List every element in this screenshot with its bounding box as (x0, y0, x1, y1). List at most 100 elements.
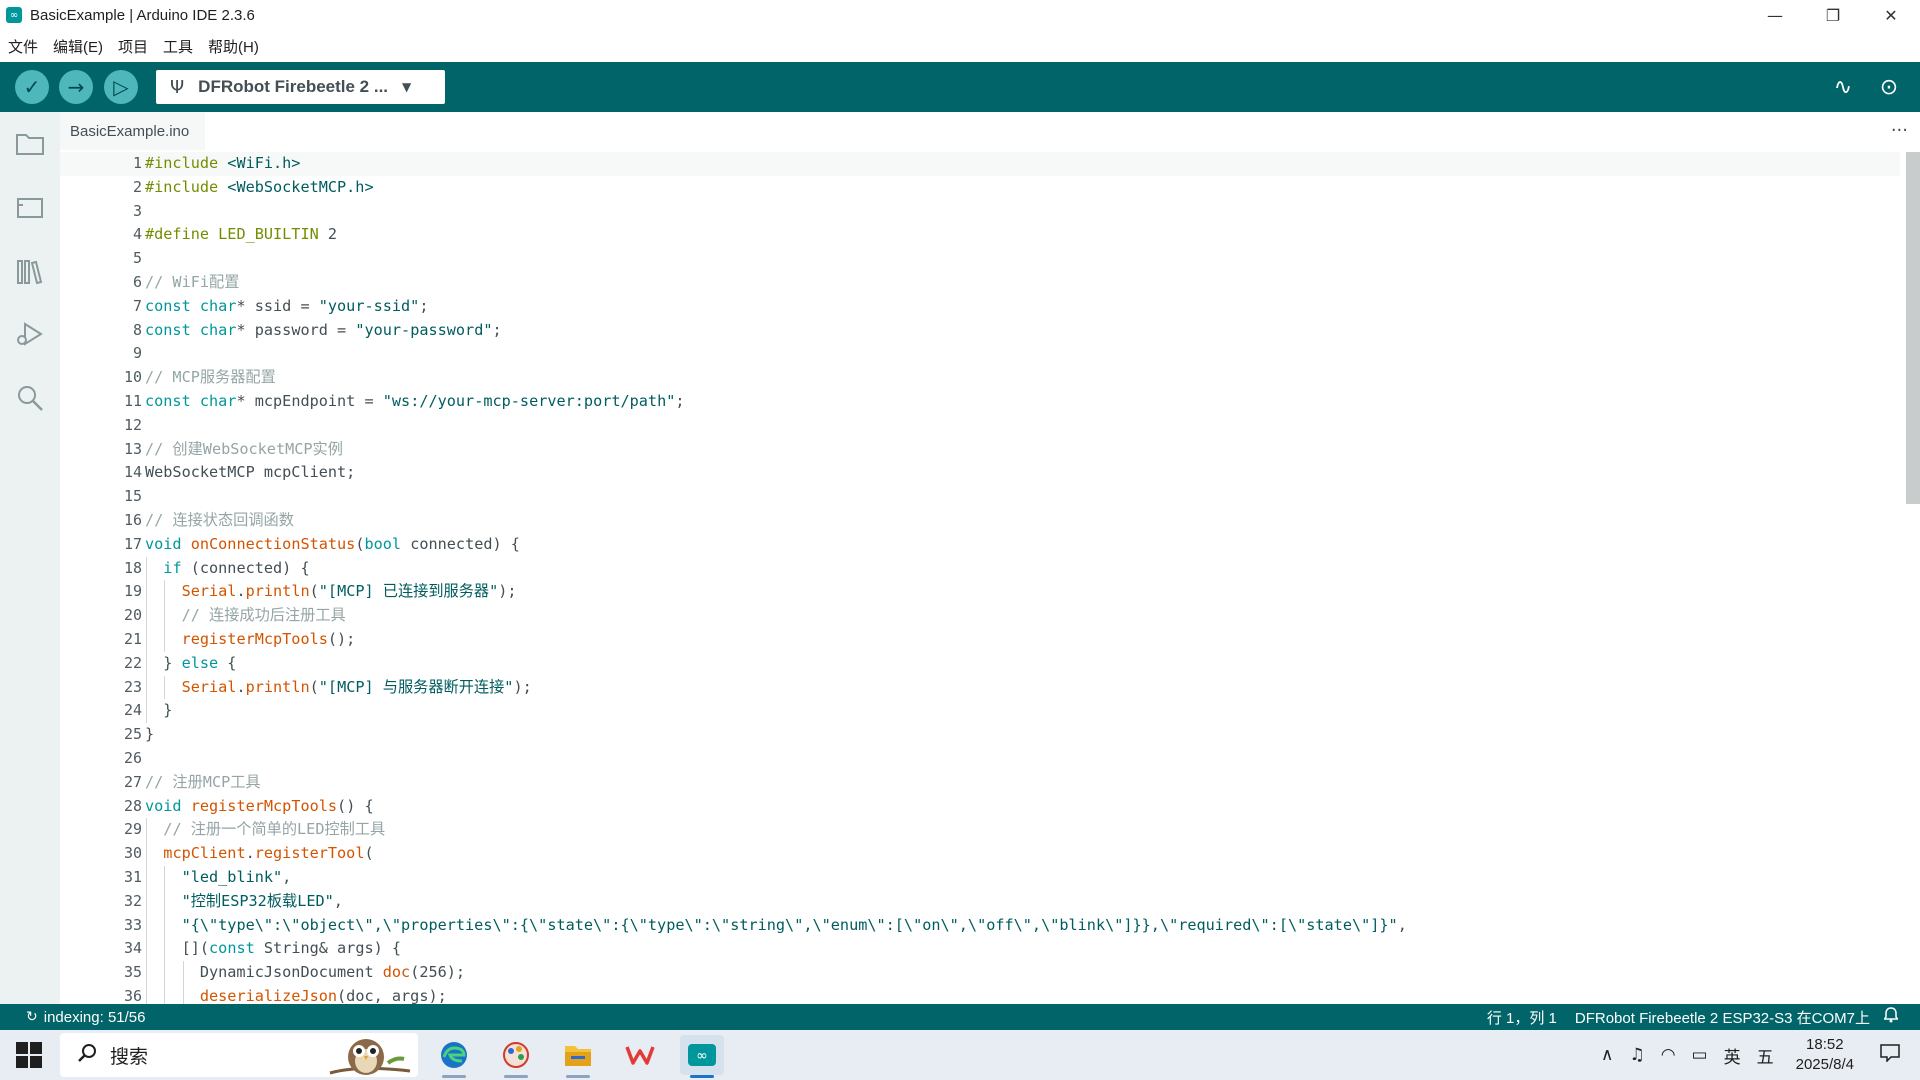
line-number: 11 (123, 391, 142, 410)
windows-start-icon[interactable] (16, 1042, 42, 1068)
code-line[interactable]: Serial.println("[MCP] 已连接到服务器"); (145, 580, 1895, 605)
more-icon[interactable]: ··· (1891, 120, 1908, 141)
check-icon: ✓ (23, 75, 41, 99)
tab-basicexample[interactable]: BasicExample.ino (60, 112, 206, 152)
code-line[interactable]: Serial.println("[MCP] 与服务器断开连接"); (145, 675, 1895, 700)
code-token-function: registerMcpTools (190, 796, 338, 815)
code-token-plain: ( (309, 582, 319, 601)
debug-button[interactable]: ▷ (104, 70, 138, 104)
code-line[interactable]: // 注册一个简单的LED控制工具 (145, 818, 1895, 843)
code-line[interactable]: const char* mcpEndpoint = "ws://your-mcp… (145, 390, 1895, 414)
wps-app[interactable] (618, 1035, 662, 1075)
board-selector[interactable]: Ψ DFRobot Firebeetle 2 ... ▼ (156, 70, 445, 104)
ime-language[interactable]: 英 (1724, 1043, 1741, 1068)
debug-icon[interactable] (12, 316, 48, 352)
line-number: 26 (123, 748, 142, 767)
code-line[interactable]: void onConnectionStatus(bool connected) … (145, 533, 1895, 557)
search-icon[interactable] (12, 380, 48, 416)
menu-file[interactable]: 文件 (8, 36, 38, 57)
code-line[interactable]: DynamicJsonDocument doc(256); (145, 961, 1895, 985)
code-line[interactable]: #define LED_BUILTIN 2 (145, 223, 1895, 247)
code-line[interactable]: // WiFi配置 (145, 271, 1895, 295)
code-token-string: "led_blink" (181, 867, 283, 886)
notification-center-icon[interactable] (1880, 1043, 1900, 1067)
code-line[interactable]: mcpClient.registerTool( (145, 842, 1895, 866)
serial-plotter-button[interactable]: ∿ (1828, 72, 1858, 102)
code-line[interactable]: // 注册MCP工具 (145, 771, 1895, 795)
taskbar-search[interactable]: 搜索 (60, 1033, 418, 1077)
menu-edit[interactable]: 编辑(E) (53, 36, 103, 57)
serial-monitor-button[interactable]: ⊙ (1874, 72, 1904, 102)
code-token-plain: ( (199, 939, 210, 958)
code-line[interactable]: void registerMcpTools() { (145, 795, 1895, 819)
volume-icon[interactable]: ♫ (1629, 1045, 1644, 1065)
code-line[interactable]: const char* password = "your-password"; (145, 319, 1895, 343)
clock[interactable]: 18:52 2025/8/4 (1796, 1035, 1854, 1075)
close-button[interactable]: ✕ (1862, 0, 1920, 30)
code-line[interactable]: "led_blink", (145, 865, 1895, 890)
folder-icon[interactable] (12, 126, 48, 162)
editor-scrollbar[interactable] (1904, 152, 1920, 1004)
library-icon[interactable] (12, 254, 48, 290)
code-line[interactable]: } (145, 699, 1895, 724)
tray-chevron-icon[interactable]: ∧ (1601, 1045, 1613, 1065)
code-line[interactable]: [](const String& args) { (145, 937, 1895, 962)
cursor-position[interactable]: 行 1，列 1 (1487, 1007, 1557, 1028)
code-editor[interactable]: 1 2 3 4 5 6 7 8 9 10 11 12 13 14 15 16 17 18 19 20 21 22 23 24 2… (60, 152, 1920, 1004)
code-token-keyword: if (163, 558, 182, 577)
code-area[interactable]: #include <WiFi.h> #include <WebSocketMCP.… (145, 152, 1895, 1004)
code-line[interactable] (145, 747, 1895, 771)
monitor-icon: ⊙ (1879, 74, 1899, 100)
code-line[interactable]: const char* ssid = "your-ssid"; (145, 295, 1895, 319)
line-number: 1 (132, 154, 142, 172)
code-line[interactable] (145, 247, 1895, 271)
menu-tools[interactable]: 工具 (163, 36, 193, 57)
code-line[interactable] (145, 200, 1895, 224)
code-line[interactable]: // 连接成功后注册工具 (145, 604, 1895, 628)
code-line[interactable]: registerMcpTools(); (145, 627, 1895, 652)
code-line[interactable]: "控制ESP32板载LED", (145, 889, 1895, 914)
battery-icon[interactable]: ▭ (1692, 1045, 1708, 1065)
minimize-button[interactable]: — (1746, 0, 1804, 30)
code-line[interactable] (145, 342, 1895, 366)
code-line[interactable] (145, 414, 1895, 438)
menu-project[interactable]: 项目 (118, 36, 148, 57)
code-line[interactable]: "{\"type\":\"object\",\"properties\":{\"… (145, 913, 1895, 938)
code-token-plain: * password = (236, 320, 356, 339)
arduino-icon: ∞ (688, 1044, 716, 1066)
notification-bell-icon[interactable] (1883, 1007, 1899, 1027)
code-line[interactable]: if (connected) { (145, 556, 1895, 581)
menu-help[interactable]: 帮助(H) (208, 36, 259, 57)
debug-play-icon: ▷ (113, 75, 129, 99)
wifi-icon[interactable]: ◠ (1661, 1045, 1676, 1065)
code-token-plain: [] (145, 939, 200, 958)
arduino-ide-app[interactable]: ∞ (680, 1035, 724, 1078)
code-line[interactable]: // 连接状态回调函数 (145, 509, 1895, 533)
code-line[interactable]: } (145, 723, 1895, 747)
editor-tabs: BasicExample.ino ··· (60, 112, 1920, 152)
code-line[interactable]: WebSocketMCP mcpClient; (145, 461, 1895, 485)
code-token-keyword: const (209, 939, 255, 958)
code-line[interactable]: // MCP服务器配置 (145, 366, 1895, 390)
maximize-button[interactable]: ❐ (1804, 0, 1862, 30)
edge-app[interactable] (432, 1035, 476, 1078)
code-token-string: <WebSocketMCP.h> (218, 177, 374, 196)
board-port-status[interactable]: DFRobot Firebeetle 2 ESP32-S3 在COM7上 (1575, 1007, 1870, 1028)
upload-button[interactable]: → (59, 70, 93, 104)
paint-app[interactable] (494, 1035, 538, 1078)
verify-button[interactable]: ✓ (15, 70, 49, 104)
code-line[interactable]: deserializeJson(doc, args); (145, 984, 1895, 1004)
code-token-function: Serial (181, 677, 237, 696)
code-line[interactable] (145, 485, 1895, 509)
ime-mode[interactable]: 五 (1757, 1043, 1774, 1068)
scrollbar-thumb[interactable] (1906, 152, 1920, 504)
code-line[interactable]: #include <WiFi.h> (145, 152, 1895, 176)
code-line[interactable]: // 创建WebSocketMCP实例 (145, 438, 1895, 462)
code-line[interactable]: #include <WebSocketMCP.h> (145, 176, 1895, 200)
board-manager-icon[interactable] (12, 190, 48, 226)
explorer-app[interactable] (556, 1035, 600, 1078)
menu-bar: 文件 编辑(E) 项目 工具 帮助(H) (0, 30, 1920, 62)
code-line[interactable]: } else { (145, 651, 1895, 676)
